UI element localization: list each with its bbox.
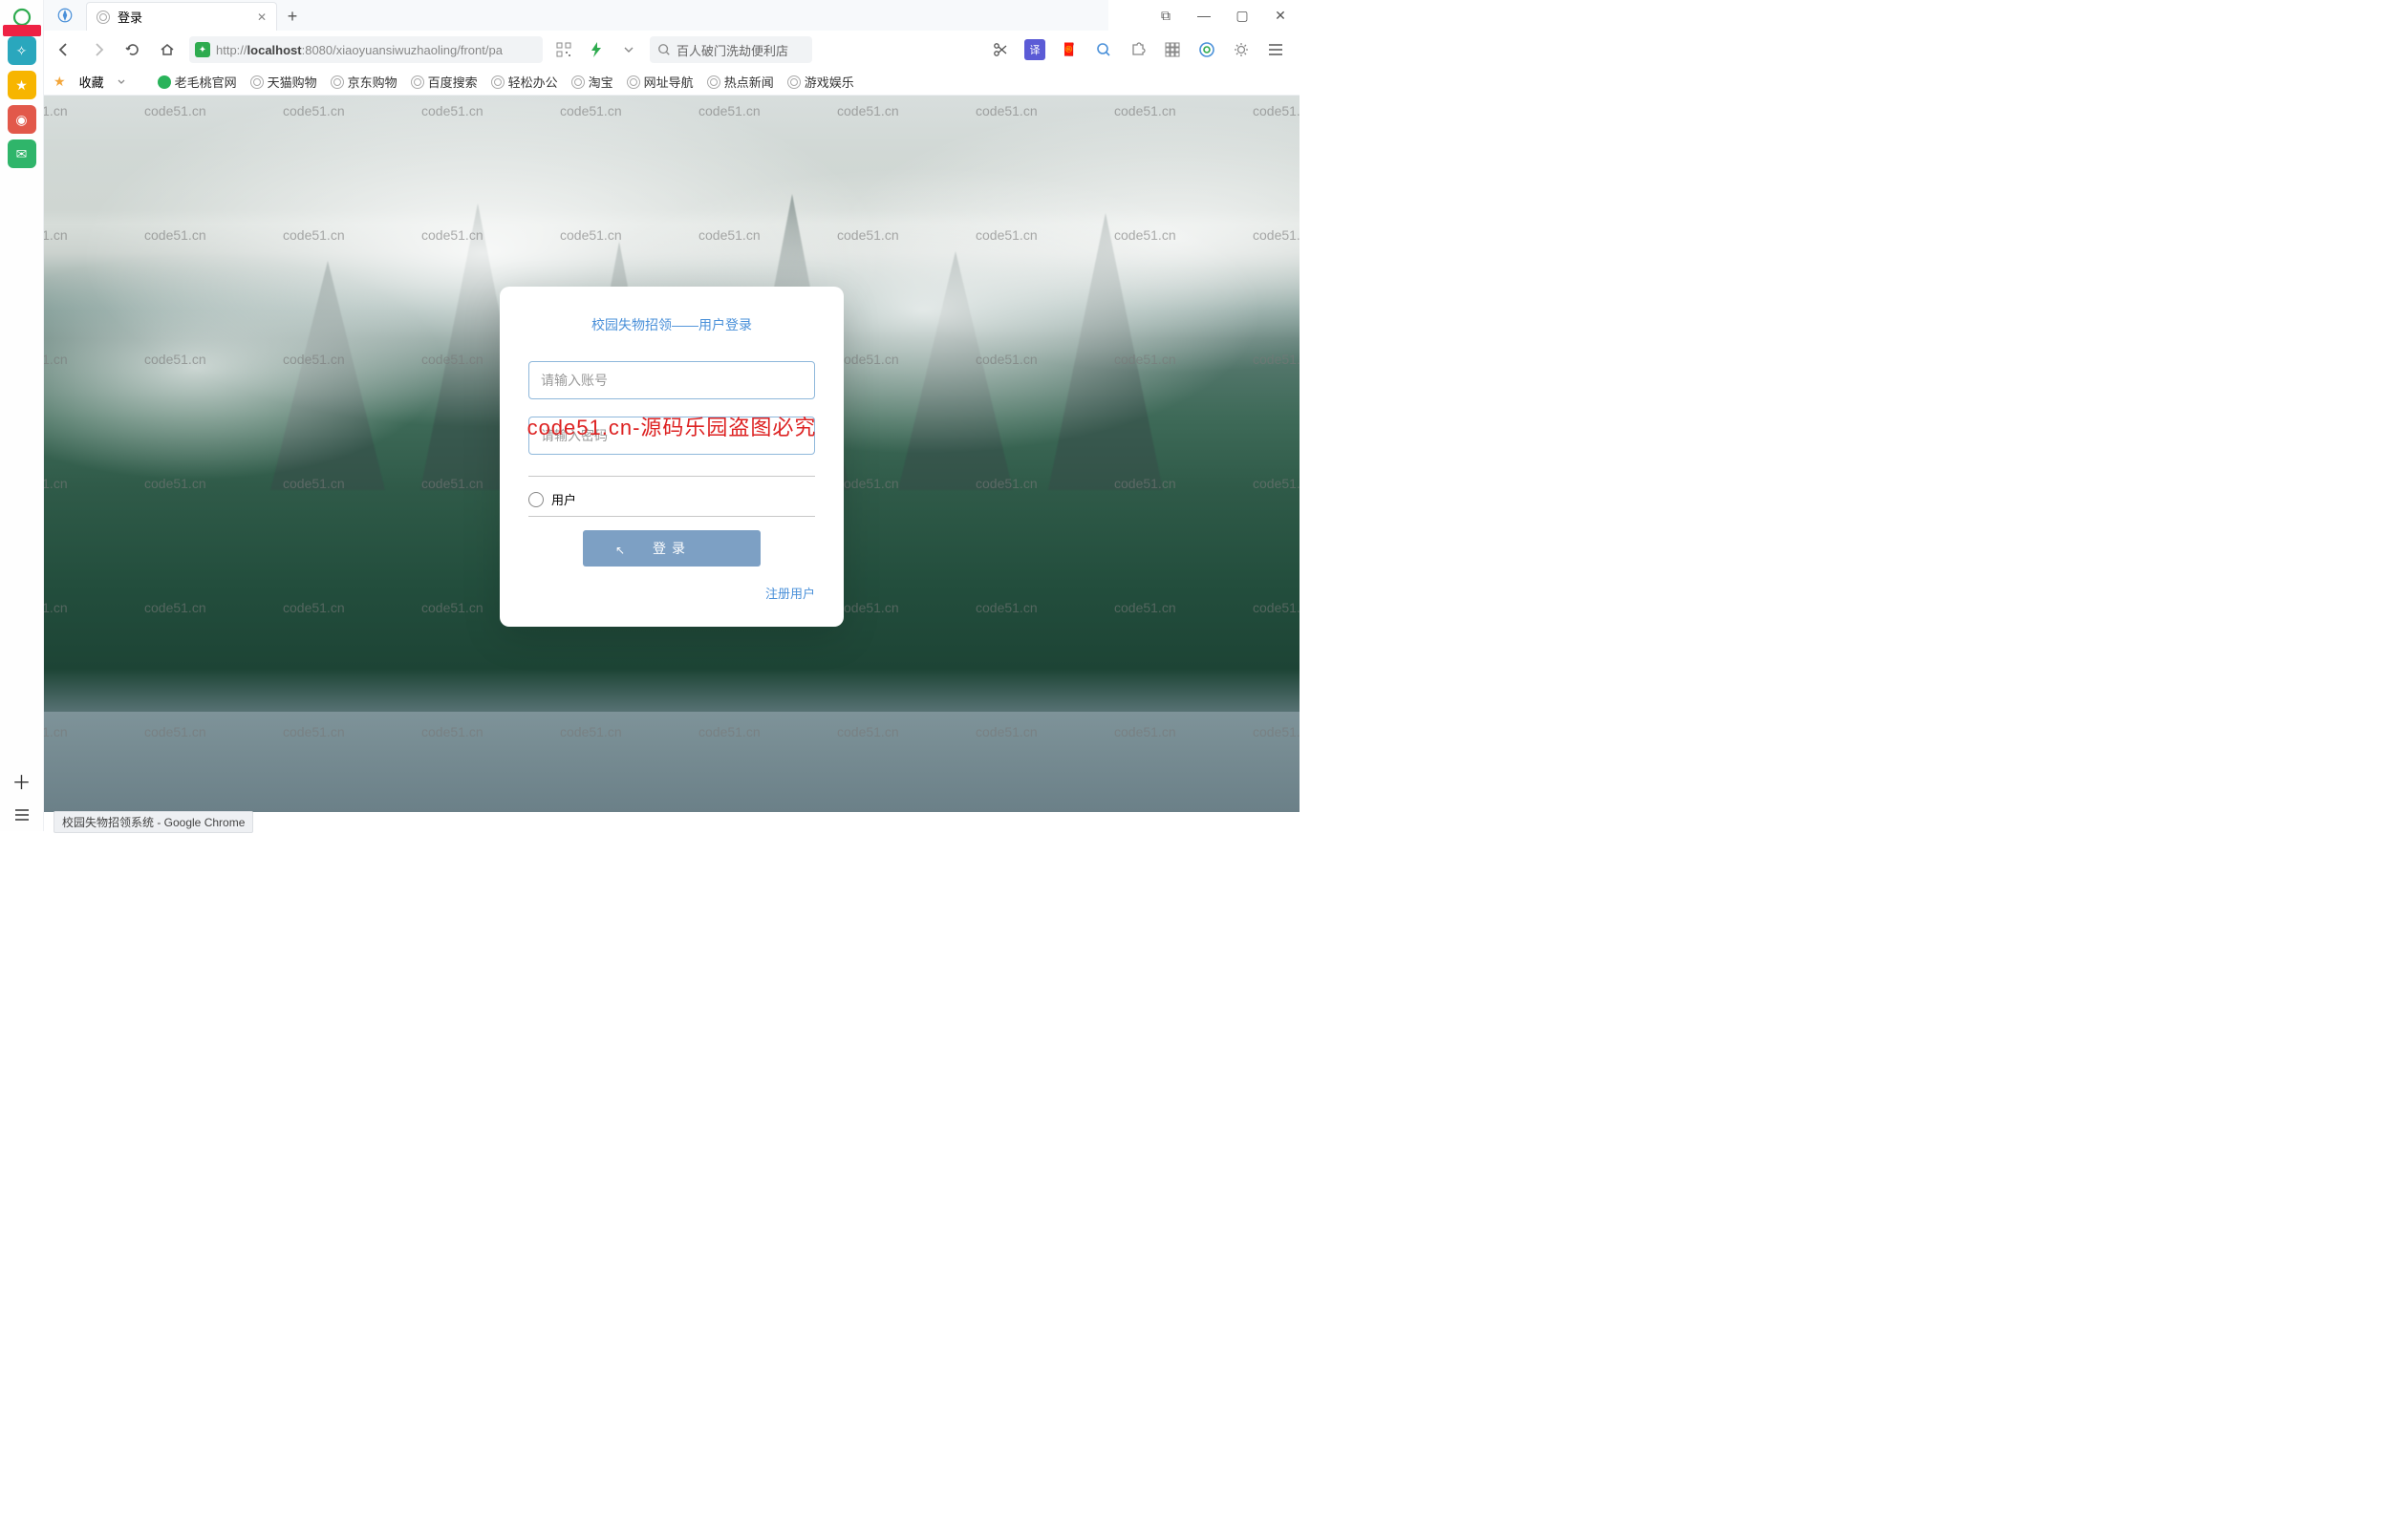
login-card: 校园失物招领——用户登录 用户 登录 ↖ 注册用户 bbox=[500, 287, 844, 627]
sidebar-app-mail[interactable]: ✉ bbox=[8, 139, 36, 168]
cursor-icon: ↖ bbox=[615, 544, 631, 557]
status-text: 校园失物招领系统 - Google Chrome bbox=[54, 811, 253, 833]
divider bbox=[528, 476, 815, 477]
watermark-overlay: code51.cn-源码乐园盗图必究 bbox=[527, 411, 817, 441]
globe-icon bbox=[97, 11, 110, 24]
tab-close-button[interactable]: ✕ bbox=[257, 11, 267, 24]
search-box[interactable]: 百人破门洗劫便利店 bbox=[650, 36, 812, 63]
browser-logo-icon bbox=[9, 4, 35, 31]
bookmark-item[interactable]: 网址导航 bbox=[627, 73, 694, 91]
username-input[interactable] bbox=[528, 361, 815, 399]
login-title: 校园失物招领——用户登录 bbox=[528, 315, 815, 334]
puzzle-icon[interactable] bbox=[1128, 39, 1149, 60]
globe-icon bbox=[627, 75, 640, 89]
globe-icon bbox=[707, 75, 720, 89]
dropdown-icon[interactable] bbox=[617, 38, 640, 61]
compass-icon[interactable] bbox=[44, 0, 86, 31]
bookmarks-label: 收藏 bbox=[79, 73, 104, 91]
window-controls: ⧉ — ▢ ✕ bbox=[1147, 0, 1300, 31]
bookmark-item[interactable]: 淘宝 bbox=[571, 73, 613, 91]
pip-button[interactable]: ⧉ bbox=[1147, 0, 1185, 31]
sidebar-app-weibo[interactable]: ◉ bbox=[8, 105, 36, 134]
sidebar-menu-button[interactable] bbox=[14, 808, 30, 822]
apps-icon[interactable] bbox=[1162, 39, 1183, 60]
globe-icon bbox=[331, 75, 344, 89]
bookmark-item[interactable]: 百度搜索 bbox=[411, 73, 478, 91]
menu-icon[interactable] bbox=[1265, 39, 1286, 60]
divider bbox=[528, 516, 815, 517]
globe-icon bbox=[250, 75, 264, 89]
translate-button[interactable]: 译 bbox=[1024, 39, 1045, 60]
status-bar: 校园失物招领系统 - Google Chrome bbox=[44, 812, 1300, 831]
chevron-down-icon[interactable] bbox=[118, 78, 125, 86]
site-icon bbox=[158, 75, 171, 89]
role-option-user[interactable]: 用户 bbox=[528, 486, 815, 512]
address-bar[interactable]: ✦ http://localhost:8080/xiaoyuansiwuzhao… bbox=[189, 36, 543, 63]
tab-active[interactable]: 登录 ✕ bbox=[86, 2, 277, 31]
search-icon bbox=[657, 43, 671, 56]
gift-icon[interactable]: 🧧 bbox=[1059, 39, 1080, 60]
globe-icon bbox=[571, 75, 585, 89]
search-placeholder: 百人破门洗劫便利店 bbox=[677, 41, 788, 59]
zoom-icon[interactable] bbox=[1093, 39, 1114, 60]
back-button[interactable] bbox=[52, 37, 76, 62]
360-icon[interactable] bbox=[1196, 39, 1217, 60]
address-bar-row: ✦ http://localhost:8080/xiaoyuansiwuzhao… bbox=[44, 31, 1300, 69]
globe-icon bbox=[411, 75, 424, 89]
sidebar-add-button[interactable]: ＋ bbox=[12, 767, 32, 795]
sidebar-app-1[interactable]: ✧ bbox=[8, 36, 36, 65]
minimize-button[interactable]: — bbox=[1185, 0, 1223, 31]
toolbar-right: 译 🧧 bbox=[990, 39, 1292, 60]
bookmark-item[interactable]: 老毛桃官网 bbox=[158, 73, 237, 91]
bookmark-item[interactable]: 游戏娱乐 bbox=[787, 73, 854, 91]
close-window-button[interactable]: ✕ bbox=[1261, 0, 1300, 31]
globe-icon bbox=[787, 75, 801, 89]
browser-left-sidebar: ✧ ★ ◉ ✉ ＋ bbox=[0, 0, 44, 831]
flash-icon[interactable] bbox=[585, 38, 608, 61]
radio-icon bbox=[528, 492, 544, 507]
sidebar-app-2[interactable]: ★ bbox=[8, 71, 36, 99]
role-label: 用户 bbox=[551, 490, 576, 508]
star-icon: ★ bbox=[54, 74, 66, 90]
page-content: code51.cncode51.cncode51.cncode51.cncode… bbox=[44, 96, 1300, 812]
scissors-icon[interactable] bbox=[990, 39, 1011, 60]
login-button[interactable]: 登录 ↖ bbox=[583, 530, 761, 567]
register-link[interactable]: 注册用户 bbox=[528, 584, 815, 602]
tab-strip: 登录 ✕ + bbox=[44, 0, 1108, 31]
bookmark-item[interactable]: 热点新闻 bbox=[707, 73, 774, 91]
shield-icon: ✦ bbox=[195, 42, 210, 57]
bookmark-item[interactable]: 轻松办公 bbox=[491, 73, 558, 91]
new-tab-button[interactable]: + bbox=[277, 2, 308, 31]
decorative-river bbox=[44, 712, 1300, 812]
bookmark-item[interactable]: 京东购物 bbox=[331, 73, 397, 91]
forward-button[interactable] bbox=[86, 37, 111, 62]
bookmark-item[interactable]: 天猫购物 bbox=[250, 73, 317, 91]
globe-icon bbox=[491, 75, 505, 89]
qr-icon[interactable] bbox=[552, 38, 575, 61]
home-button[interactable] bbox=[155, 37, 180, 62]
tab-title: 登录 bbox=[118, 8, 142, 26]
bookmarks-bar: ★ 收藏 老毛桃官网 天猫购物 京东购物 百度搜索 轻松办公 淘宝 网址导航 热… bbox=[44, 69, 1300, 96]
maximize-button[interactable]: ▢ bbox=[1223, 0, 1261, 31]
url-text: http://localhost:8080/xiaoyuansiwuzhaoli… bbox=[216, 43, 503, 57]
theme-icon[interactable] bbox=[1231, 39, 1252, 60]
reload-button[interactable] bbox=[120, 37, 145, 62]
